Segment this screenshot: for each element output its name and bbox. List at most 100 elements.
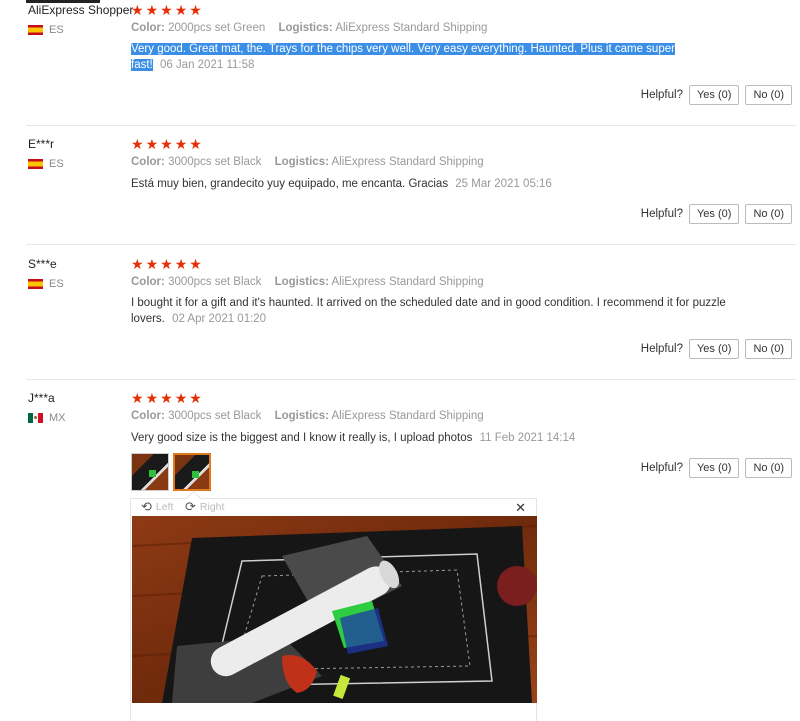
star-icon: ★ — [145, 2, 159, 18]
review-date: 02 Apr 2021 01:20 — [172, 313, 267, 325]
thumbnail-image — [132, 454, 168, 490]
helpful-yes-button[interactable]: Yes (0) — [688, 85, 740, 105]
star-icon: ★ — [174, 136, 188, 152]
helpful-no-button[interactable]: No (0) — [745, 85, 792, 105]
review-item: E***r ES ★ ★ ★ ★ ★ Color: 3000pcs set Bl… — [0, 126, 796, 245]
logistics-value: AliExpress Standard Shipping — [335, 22, 488, 34]
star-icon: ★ — [174, 390, 188, 406]
star-icon: ★ — [189, 256, 202, 272]
viewer-toolbar: ⟲ Left ⟳ Right ✕ — [131, 499, 536, 516]
helpful-no-button[interactable]: No (0) — [745, 458, 792, 478]
photo-thumbnail[interactable] — [131, 453, 169, 491]
country-code: ES — [49, 278, 64, 290]
helpful-no-button[interactable]: No (0) — [745, 204, 792, 224]
reviewer-name: S***e — [28, 257, 57, 271]
color-label: Color: — [131, 156, 165, 168]
reviewer-country: MX — [28, 412, 66, 424]
star-icon: ★ — [131, 2, 144, 18]
color-label: Color: — [131, 22, 165, 34]
star-icon: ★ — [160, 2, 173, 18]
country-code: ES — [49, 24, 64, 36]
review-body: Very good size is the biggest and I know… — [131, 432, 473, 444]
reviewer-name: E***r — [28, 137, 55, 151]
review-meta: Color: 3000pcs set Black Logistics: AliE… — [131, 156, 484, 168]
country-code: MX — [49, 412, 66, 424]
rotate-left-icon: ⟲ — [141, 499, 152, 514]
reviewer-country: ES — [28, 278, 64, 290]
helpful-no-button[interactable]: No (0) — [745, 339, 792, 359]
review-meta: Color: 3000pcs set Black Logistics: AliE… — [131, 410, 484, 422]
review-meta: Color: 2000pcs set Green Logistics: AliE… — [131, 22, 487, 34]
star-icon: ★ — [160, 256, 173, 272]
review-meta: Color: 3000pcs set Black Logistics: AliE… — [131, 276, 484, 288]
rotate-right-button[interactable]: ⟳ Right — [185, 500, 224, 513]
helpful-yes-button[interactable]: Yes (0) — [688, 204, 740, 224]
logistics-value: AliExpress Standard Shipping — [331, 410, 484, 422]
helpful-vote: Helpful? Yes (0) No (0) — [641, 458, 792, 478]
helpful-label: Helpful? — [640, 343, 683, 355]
review-text: I bought it for a gift and it's haunted.… — [131, 295, 731, 327]
review-text: Very good size is the biggest and I know… — [131, 430, 691, 446]
helpful-label: Helpful? — [640, 89, 683, 101]
spain-flag-icon — [28, 279, 43, 289]
spain-flag-icon — [28, 25, 43, 35]
reviewer-country: ES — [28, 158, 64, 170]
review-date: 25 Mar 2021 05:16 — [455, 178, 552, 190]
photo-thumbnail-selected[interactable] — [173, 453, 211, 491]
star-rating: ★ ★ ★ ★ ★ — [131, 257, 202, 271]
star-rating: ★ ★ ★ ★ ★ — [131, 3, 202, 17]
helpful-vote: Helpful? Yes (0) No (0) — [641, 204, 792, 224]
rotate-left-label: Left — [155, 500, 174, 513]
thumbnail-image — [175, 455, 209, 489]
star-icon: ★ — [189, 2, 202, 18]
logistics-value: AliExpress Standard Shipping — [331, 156, 484, 168]
helpful-vote: Helpful? Yes (0) No (0) — [641, 85, 792, 105]
star-icon: ★ — [160, 390, 173, 406]
star-icon: ★ — [131, 390, 144, 406]
color-label: Color: — [131, 276, 165, 288]
review-body: Está muy bien, grandecito yuy equipado, … — [131, 178, 449, 190]
mexico-flag-icon — [28, 413, 43, 423]
reviewer-name: J***a — [28, 391, 55, 405]
color-value: 3000pcs set Black — [168, 410, 262, 422]
review-date: 11 Feb 2021 14:14 — [479, 432, 576, 444]
rotate-right-label: Right — [199, 500, 225, 513]
review-text: Está muy bien, grandecito yuy equipado, … — [131, 176, 691, 192]
rotate-left-button[interactable]: ⟲ Left — [141, 500, 173, 513]
star-icon: ★ — [160, 136, 173, 152]
color-label: Color: — [131, 410, 165, 422]
helpful-yes-button[interactable]: Yes (0) — [688, 339, 740, 359]
helpful-label: Helpful? — [640, 462, 683, 474]
logistics-label: Logistics: — [274, 410, 329, 422]
review-item: AliExpress Shopper ES ★ ★ ★ ★ ★ Color: 2… — [0, 0, 796, 126]
review-text: Very good. Great mat, the. Trays for the… — [131, 41, 691, 73]
star-icon: ★ — [145, 256, 159, 272]
star-icon: ★ — [131, 136, 144, 152]
review-photo-image — [132, 516, 537, 703]
helpful-label: Helpful? — [640, 208, 683, 220]
star-icon: ★ — [189, 136, 202, 152]
reviewer-name: AliExpress Shopper — [28, 3, 134, 17]
star-icon: ★ — [174, 2, 188, 18]
photo-viewer: ⟲ Left ⟳ Right ✕ — [130, 490, 537, 721]
logistics-label: Logistics: — [274, 276, 329, 288]
review-date: 06 Jan 2021 11:58 — [159, 59, 255, 71]
close-icon[interactable]: ✕ — [515, 500, 526, 516]
logistics-label: Logistics: — [274, 156, 329, 168]
review-item: S***e ES ★ ★ ★ ★ ★ Color: 3000pcs set Bl… — [0, 245, 796, 380]
logistics-label: Logistics: — [278, 22, 333, 34]
spain-flag-icon — [28, 159, 43, 169]
star-icon: ★ — [145, 390, 159, 406]
logistics-value: AliExpress Standard Shipping — [331, 276, 484, 288]
color-value: 3000pcs set Black — [168, 156, 262, 168]
star-icon: ★ — [145, 136, 159, 152]
helpful-vote: Helpful? Yes (0) No (0) — [641, 339, 792, 359]
review-photo — [132, 516, 537, 703]
star-icon: ★ — [189, 390, 202, 406]
color-value: 3000pcs set Black — [168, 276, 262, 288]
review-photo-thumbnails — [131, 453, 211, 491]
helpful-yes-button[interactable]: Yes (0) — [688, 458, 740, 478]
color-value: 2000pcs set Green — [168, 22, 266, 34]
star-icon: ★ — [174, 256, 188, 272]
star-rating: ★ ★ ★ ★ ★ — [131, 137, 202, 151]
